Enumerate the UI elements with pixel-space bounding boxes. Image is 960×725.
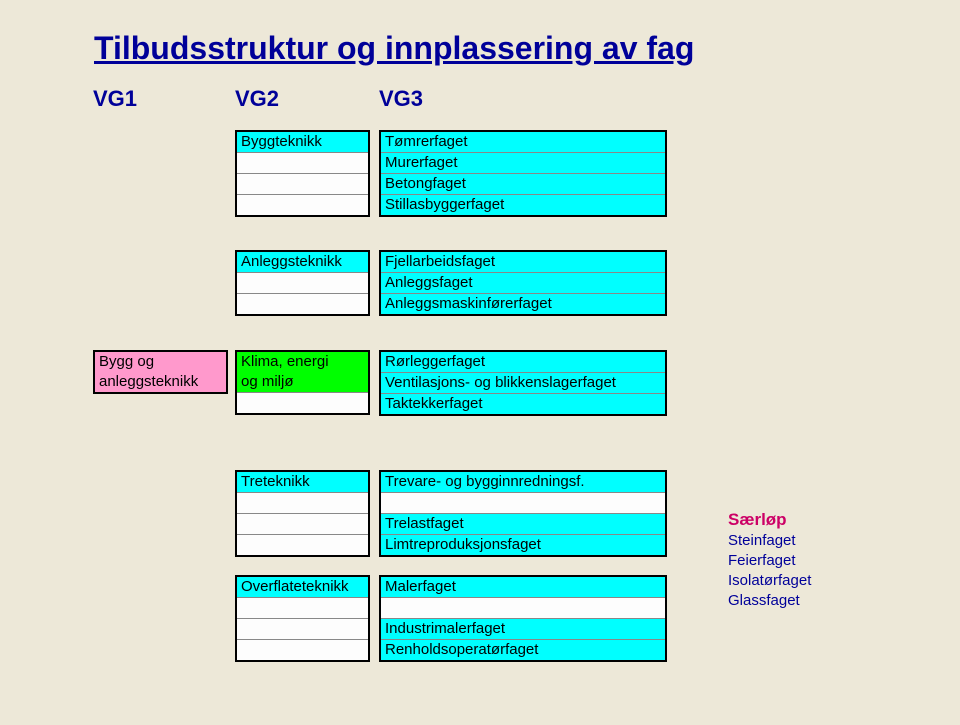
byggteknikk-vg3: Tømrerfaget Murerfaget Betongfaget Still… xyxy=(379,130,667,217)
bygg-anlegg-label-1: Bygg og xyxy=(95,352,226,372)
subject-row: Fjellarbeidsfaget xyxy=(381,252,665,273)
side-item: Steinfaget xyxy=(728,532,796,549)
overflateteknikk-vg2: Overflateteknikk xyxy=(235,575,370,662)
empty-row xyxy=(381,598,665,619)
subject-row: Stillasbyggerfaget xyxy=(381,195,665,215)
subject-row: Anleggsfaget xyxy=(381,273,665,294)
subject-row: Limtreproduksjonsfaget xyxy=(381,535,665,555)
byggteknikk-label: Byggteknikk xyxy=(237,132,368,153)
side-item: Glassfaget xyxy=(728,592,800,609)
bygg-anlegg-label-2: anleggsteknikk xyxy=(95,372,226,392)
side-item: Isolatørfaget xyxy=(728,572,811,589)
empty-row xyxy=(237,273,368,294)
overflateteknikk-vg3: Malerfaget Industrimalerfaget Renholdsop… xyxy=(379,575,667,662)
empty-row xyxy=(237,514,368,535)
subject-row: Ventilasjons- og blikkenslagerfaget xyxy=(381,373,665,394)
subject-row: Trelastfaget xyxy=(381,514,665,535)
subject-row: Murerfaget xyxy=(381,153,665,174)
subject-row: Tømrerfaget xyxy=(381,132,665,153)
subject-row: Malerfaget xyxy=(381,577,665,598)
subject-row: Betongfaget xyxy=(381,174,665,195)
side-heading: Særløp xyxy=(728,510,787,530)
anleggsteknikk-label: Anleggsteknikk xyxy=(237,252,368,273)
page-title: Tilbudsstruktur og innplassering av fag xyxy=(94,30,694,67)
treteknikk-vg2: Treteknikk xyxy=(235,470,370,557)
anleggsteknikk-vg2: Anleggsteknikk xyxy=(235,250,370,316)
subject-row: Trevare- og bygginnredningsf. xyxy=(381,472,665,493)
empty-row xyxy=(237,640,368,660)
byggteknikk-vg2: Byggteknikk xyxy=(235,130,370,217)
side-item: Feierfaget xyxy=(728,552,796,569)
overflateteknikk-label: Overflateteknikk xyxy=(237,577,368,598)
treteknikk-vg3: Trevare- og bygginnredningsf. Trelastfag… xyxy=(379,470,667,557)
subject-row: Rørleggerfaget xyxy=(381,352,665,373)
treteknikk-label: Treteknikk xyxy=(237,472,368,493)
empty-row xyxy=(237,195,368,215)
empty-row xyxy=(237,174,368,195)
subject-row: Renholdsoperatørfaget xyxy=(381,640,665,660)
col-header-vg3: VG3 xyxy=(379,86,423,112)
klima-vg3: Rørleggerfaget Ventilasjons- og blikkens… xyxy=(379,350,667,416)
empty-row xyxy=(237,493,368,514)
empty-row xyxy=(237,393,368,413)
subject-row: Taktekkerfaget xyxy=(381,394,665,414)
subject-row: Industrimalerfaget xyxy=(381,619,665,640)
subject-row: Anleggsmaskinførerfaget xyxy=(381,294,665,314)
col-header-vg2: VG2 xyxy=(235,86,279,112)
bygg-anlegg-vg1: Bygg og anleggsteknikk xyxy=(93,350,228,394)
klima-label-1: Klima, energi xyxy=(237,352,368,372)
empty-row xyxy=(237,294,368,314)
empty-row xyxy=(237,153,368,174)
empty-row xyxy=(381,493,665,514)
empty-row xyxy=(237,619,368,640)
klima-label-2: og miljø xyxy=(237,372,368,393)
col-header-vg1: VG1 xyxy=(93,86,137,112)
anleggsteknikk-vg3: Fjellarbeidsfaget Anleggsfaget Anleggsma… xyxy=(379,250,667,316)
empty-row xyxy=(237,535,368,555)
empty-row xyxy=(237,598,368,619)
klima-vg2: Klima, energi og miljø xyxy=(235,350,370,415)
